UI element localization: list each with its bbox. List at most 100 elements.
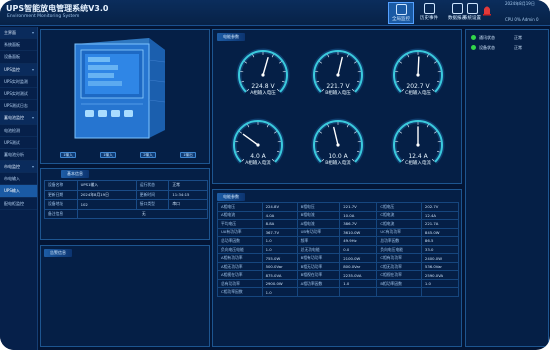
- sidebar-item[interactable]: 蓄电池分析: [0, 149, 37, 162]
- table-row: 设备名称 UPS1输入 运行状态 正常: [44, 180, 208, 191]
- gauge-needle: [417, 56, 420, 76]
- table-key-cell: [296, 287, 341, 297]
- sidebar-item[interactable]: 设备面板: [0, 51, 37, 64]
- table-key-cell: 负向电压电能: [217, 244, 263, 255]
- top-bar: UPS智能放电管理系统V3.0 Environment Monitoring S…: [0, 0, 550, 26]
- table-key-cell: C相无功功率: [376, 261, 422, 272]
- panel-title: 基本信息: [61, 170, 89, 178]
- sidebar-item[interactable]: 系统面板: [0, 39, 37, 52]
- table-key-cell: 设备名称: [44, 180, 78, 191]
- gauge-hub: [336, 73, 340, 77]
- gauge-value: 202.7 V: [406, 83, 430, 90]
- table-value-cell: 33.0: [420, 244, 460, 255]
- sidebar-item[interactable]: UPS输入: [0, 185, 37, 198]
- nav-label: 历史事件: [420, 16, 438, 21]
- table-value-cell: 串口: [168, 199, 208, 210]
- device-tag[interactable]: 1输入: [60, 152, 76, 158]
- table-value-cell: 10.0A: [339, 210, 378, 221]
- sidebar-item[interactable]: 配电柜监控: [0, 198, 37, 210]
- table-key-cell: A相视在功率: [217, 270, 263, 280]
- device-tag[interactable]: 2输入: [140, 152, 156, 158]
- sidebar-item[interactable]: 电池检测: [0, 125, 37, 137]
- table-row: UA有功功率 367.7V UB有功功率 3610.0W UC有功功率 845.0W: [217, 227, 460, 238]
- table-value-cell: 2900.0W: [261, 278, 298, 289]
- status-value: 正常: [514, 45, 522, 50]
- table-key-cell: 更新日期: [44, 189, 78, 200]
- sidebar-item-label: 蓄电池监控: [4, 115, 24, 121]
- table-row: A相视在功率 875.0VA B相视在功率 2235.0VA C相视在功率 2590.0V…: [217, 270, 460, 280]
- chevron-down-icon: ▾: [31, 115, 34, 121]
- table-value-cell: 2100.0W: [339, 253, 378, 263]
- table-value-cell: 221.7V: [339, 202, 378, 212]
- sidebar-item[interactable]: UPS监控 ▾: [0, 63, 37, 76]
- history-icon: [423, 3, 435, 14]
- table-value-cell: 2235.0VA: [339, 270, 378, 280]
- sidebar-item[interactable]: 主界面 ▾: [0, 27, 37, 40]
- table-value-cell: 3610.0W: [339, 227, 378, 238]
- nav-history-button[interactable]: 历史事件: [416, 2, 442, 24]
- gauge-hub: [336, 143, 340, 147]
- electric-table: A相电压 224.8V B相电压 221.7V C相电压 202.7V A相电流 4.0A B相…: [217, 202, 460, 297]
- sidebar-item[interactable]: UPS测试日志: [0, 100, 37, 113]
- nav-global-monitor-button[interactable]: 全局监控: [388, 2, 414, 24]
- device-tag[interactable]: 1输出: [180, 152, 196, 158]
- table-key-cell: B相功率因数: [376, 278, 422, 289]
- table-value-cell: 1.0: [420, 278, 460, 289]
- table-value-cell: 2400.0W: [420, 253, 460, 263]
- table-value-cell: 4.0A: [261, 210, 298, 221]
- sidebar-item-label: UPS测试: [4, 139, 20, 145]
- status-dot-icon: [471, 35, 476, 40]
- table-row: 总功率因数 1.0 频率 49.9Hz 总功率因数 86.5: [217, 236, 460, 246]
- gauge-label: B相输入电压: [325, 89, 351, 96]
- table-key-cell: B相电压: [296, 202, 341, 212]
- gauge-hub: [256, 143, 260, 147]
- table-value-cell: 875.0VA: [261, 270, 298, 280]
- table-value-cell: 202.7V: [420, 202, 460, 212]
- sidebar-item[interactable]: UPS实时监测: [0, 76, 37, 88]
- sidebar-item-label: UPS监控: [4, 66, 20, 72]
- gauge-needle: [262, 57, 269, 76]
- sidebar-item-label: UPS实时测试: [4, 90, 28, 96]
- sidebar-item[interactable]: UPS实时测试: [0, 88, 37, 101]
- gauge-area: 224.8 VA相输入电压 221.7 VB相输入电压 202.7 VC相输入电压 4…: [231, 48, 445, 166]
- device-tag[interactable]: 1输入: [100, 152, 116, 158]
- user-info: CPU 0% Admin 0: [505, 17, 539, 22]
- table-key-cell: 设备地址: [44, 199, 78, 210]
- device-panel: [40, 29, 210, 164]
- table-value-cell: 49.9Hz: [339, 236, 378, 246]
- sidebar-item-label: 设备面板: [4, 54, 20, 60]
- sidebar-item-label: 电池检测: [4, 127, 20, 133]
- sidebar-item-label: 市电监控: [4, 164, 20, 170]
- status-label: 通讯状态: [479, 35, 495, 40]
- monitor-icon: [395, 4, 407, 15]
- panel-title: 告警信息: [44, 249, 72, 257]
- table-key-cell: 总功率因数: [376, 236, 422, 246]
- gauge-value: 12.4 A: [408, 153, 428, 160]
- table-value-cell: 1.0: [261, 287, 298, 297]
- sidebar-item-label: UPS实时监测: [4, 78, 28, 84]
- settings-icon: [466, 3, 478, 14]
- status-value: 正常: [514, 35, 522, 40]
- table-value-cell: 2590.0VA: [420, 270, 460, 280]
- gauge: 221.7 VB相输入电压: [311, 48, 365, 96]
- status-row-device: 设备状态 正常: [468, 43, 548, 52]
- table-value-cell: 无: [76, 208, 209, 219]
- app-window: UPS智能放电管理系统V3.0 Environment Monitoring S…: [0, 0, 550, 350]
- gauge-value: 10.0 A: [328, 153, 348, 160]
- gauge-needle: [242, 133, 259, 146]
- table-row: 总有功功率 2900.0W A相功率因数 1.0 B相功率因数 1.0: [217, 278, 460, 289]
- gauge-hub: [261, 73, 265, 77]
- table-row: 备注信息无: [44, 208, 209, 219]
- sidebar-item[interactable]: UPS测试: [0, 137, 37, 149]
- table-row: C相功率因数 1.0: [217, 287, 460, 297]
- sidebar-item-label: UPS输入: [4, 188, 20, 194]
- sidebar-item[interactable]: 市电监控 ▾: [0, 161, 37, 174]
- table-row: 更新日期 2024年8月19日 更新时间 11:34:15: [44, 189, 208, 200]
- chevron-down-icon: ▾: [31, 66, 34, 72]
- table-value-cell: 8.8A: [261, 219, 298, 229]
- sidebar-item[interactable]: 蓄电池监控 ▾: [0, 112, 37, 125]
- alarm-icon[interactable]: [482, 4, 492, 16]
- sidebar-item-label: 市电输入: [4, 176, 20, 182]
- gauge: 202.7 VC相输入电压: [391, 48, 445, 96]
- sidebar-item[interactable]: 市电输入: [0, 173, 37, 186]
